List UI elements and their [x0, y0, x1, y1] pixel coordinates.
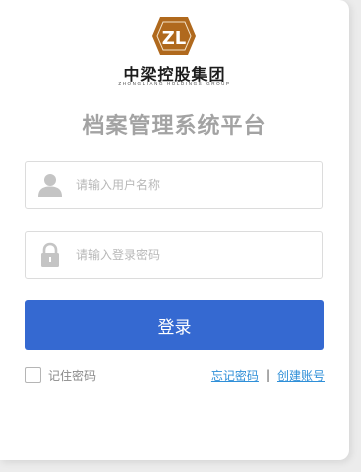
login-card: ZL 中梁控股集团 ZHONGLIANG HOLDINGS GROUP 档案管理… [0, 0, 349, 460]
account-links: 忘记密码 | 创建账号 [211, 366, 325, 384]
user-icon [38, 174, 62, 197]
logo-initials: ZL [162, 28, 187, 49]
username-field[interactable] [25, 161, 323, 209]
page-title: 档案管理系统平台 [82, 114, 267, 139]
lock-icon [41, 242, 59, 267]
password-input[interactable] [76, 232, 316, 278]
password-field[interactable] [25, 231, 323, 279]
company-logo: ZL 中梁控股集团 ZHONGLIANG HOLDINGS GROUP [0, 14, 349, 94]
remember-label: 记住密码 [48, 368, 97, 383]
username-input[interactable] [76, 162, 316, 208]
remember-checkbox[interactable] [25, 367, 41, 383]
link-separator: | [265, 368, 270, 382]
company-subtitle: ZHONGLIANG HOLDINGS GROUP [118, 81, 231, 86]
logo-mark-icon: ZL [152, 17, 196, 55]
create-account-link[interactable]: 创建账号 [277, 367, 325, 384]
forgot-password-link[interactable]: 忘记密码 [211, 367, 259, 384]
remember-password[interactable]: 记住密码 [25, 366, 96, 384]
login-button[interactable]: 登录 [25, 300, 324, 350]
